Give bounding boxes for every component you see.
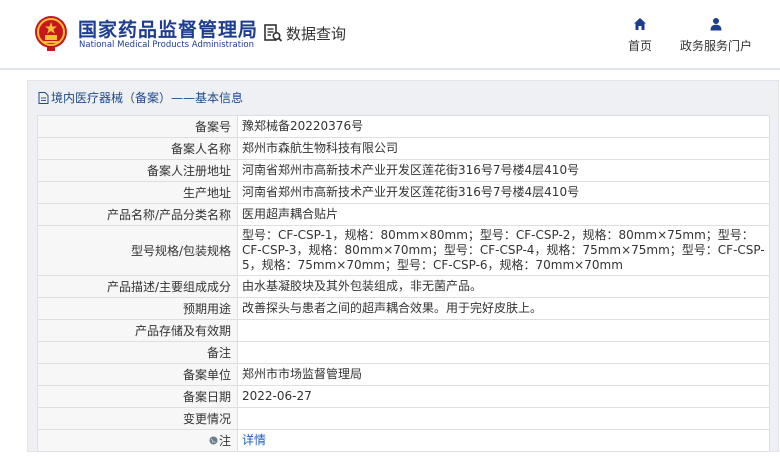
field-value: 豫郑械备20220376号 [237,115,770,138]
detail-link[interactable]: 详情 [242,433,266,447]
field-label: 备案日期 [37,385,238,408]
field-value: 河南省郑州市高新技术产业开发区莲花街316号7号楼4层410号 [237,159,770,182]
table-row: 备注 [37,341,770,364]
table-row: 产品描述/主要组成成分 由水基凝胶块及其外包装组成，非无菌产品。 [37,275,770,298]
field-label: 变更情况 [37,407,238,430]
table-row: 产品名称/产品分类名称 医用超声耦合贴片 [37,203,770,226]
field-label: 备案单位 [37,363,238,386]
panel-title: 境内医疗器械（备案）——基本信息 [38,89,243,106]
field-label: 备案号 [37,115,238,138]
search-document-icon [264,24,283,42]
field-value [237,407,770,430]
nav-service-portal[interactable]: 政务服务门户 [677,17,755,54]
table-row: 备案日期 2022-06-27 [37,385,770,408]
field-value [237,319,770,342]
field-label: 备注 [37,341,238,364]
field-label: 产品名称/产品分类名称 [37,203,238,226]
note-key-label: 注 [218,434,231,448]
field-label: 注 [37,429,238,452]
nav-service-portal-label: 政务服务门户 [679,39,752,53]
site-header: 国家药品监督管理局 National Medical Products Admi… [0,0,780,68]
field-label: 型号规格/包装规格 [37,225,238,276]
field-value: 改善探头与患者之间的超声耦合效果。用于完好皮肤上。 [237,297,770,320]
detail-panel: 境内医疗器械（备案）——基本信息 备案号 豫郑械备20220376号 备案人名称… [27,80,779,452]
table-row: 备案人名称 郑州市森航生物科技有限公司 [37,137,770,160]
note-key: 注 [209,432,231,449]
table-row: 备案单位 郑州市市场监督管理局 [37,363,770,386]
table-row: 备案人注册地址 河南省郑州市高新技术产业开发区莲花街316号7号楼4层410号 [37,159,770,182]
table-row: 注 详情 [37,429,770,452]
field-value: 郑州市市场监督管理局 [237,363,770,386]
table-row: 备案号 豫郑械备20220376号 [37,115,770,138]
panel-title-text: 境内医疗器械（备案）——基本信息 [51,91,244,105]
table-row: 型号规格/包装规格 型号：CF-CSP-1，规格：80mm×80mm；型号：CF… [37,225,770,276]
field-label: 生产地址 [37,181,238,204]
table-row: 生产地址 河南省郑州市高新技术产业开发区莲花街316号7号楼4层410号 [37,181,770,204]
field-label: 备案人名称 [37,137,238,160]
field-value: 郑州市森航生物科技有限公司 [237,137,770,160]
home-icon [634,18,646,30]
table-row: 预期用途 改善探头与患者之间的超声耦合效果。用于完好皮肤上。 [37,297,770,320]
field-value: 2022-06-27 [237,385,770,408]
data-query-label: 数据查询 [286,24,347,43]
field-label: 产品描述/主要组成成分 [37,275,238,298]
field-value: 型号：CF-CSP-1，规格：80mm×80mm；型号：CF-CSP-2，规格：… [237,225,770,276]
data-query-link[interactable]: 数据查询 [263,22,346,44]
nav-home[interactable]: 首页 [624,17,656,54]
field-value [237,341,770,364]
table-row: 变更情况 [37,407,770,430]
site-subtitle: National Medical Products Administration [79,40,254,50]
national-emblem-icon [35,16,67,51]
user-icon [710,18,722,31]
table-row: 产品存储及有效期 [37,319,770,342]
field-label: 预期用途 [37,297,238,320]
header-divider [0,68,780,70]
info-table: 备案号 豫郑械备20220376号 备案人名称 郑州市森航生物科技有限公司 备案… [37,115,770,452]
nav-home-label: 首页 [627,39,652,53]
field-value: 详情 [237,429,770,452]
field-value: 河南省郑州市高新技术产业开发区莲花街316号7号楼4层410号 [237,181,770,204]
globe-icon [209,436,218,445]
document-icon [38,91,49,104]
site-title: 国家药品监督管理局 [78,19,259,41]
field-value: 由水基凝胶块及其外包装组成，非无菌产品。 [237,275,770,298]
field-label: 产品存储及有效期 [37,319,238,342]
field-value: 医用超声耦合贴片 [237,203,770,226]
field-label: 备案人注册地址 [37,159,238,182]
